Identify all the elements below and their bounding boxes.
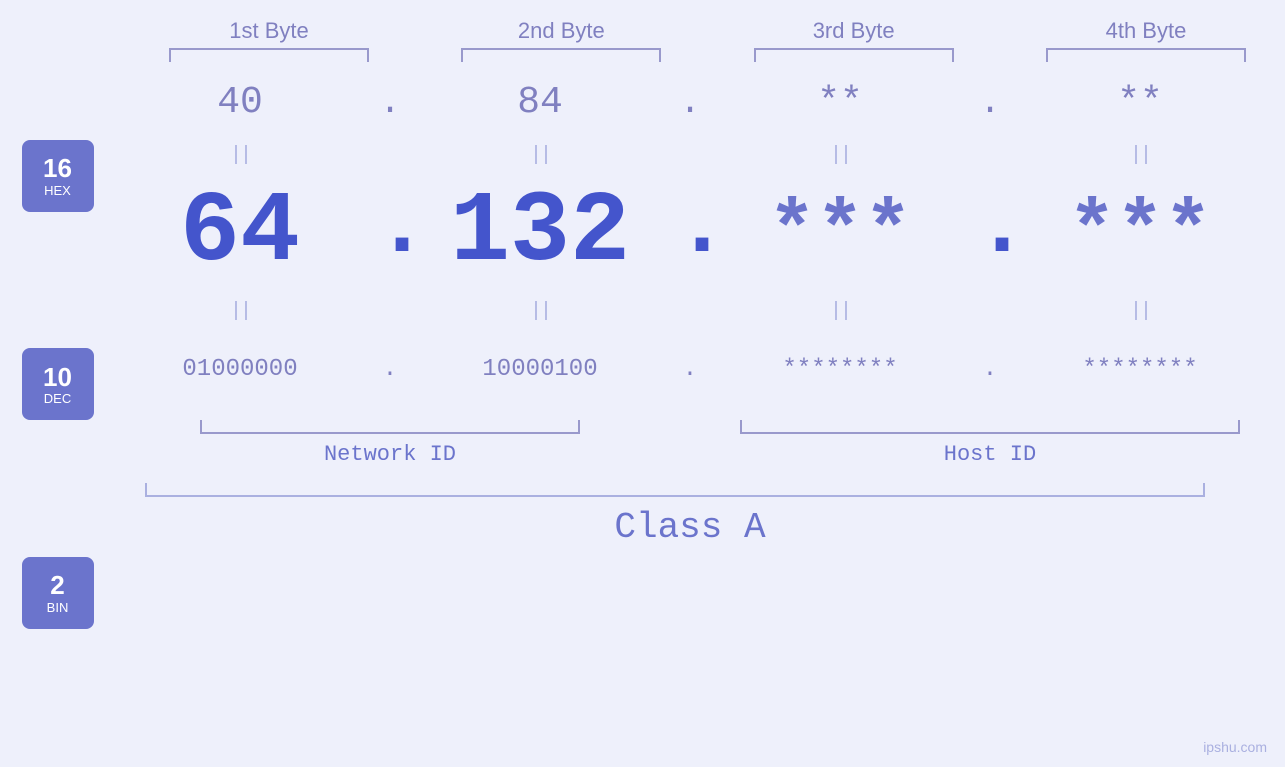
bin-dot2: . [675,356,705,383]
dec-badge: 10 DEC [22,348,94,420]
byte1-header: 1st Byte [138,18,401,44]
bracket4 [1014,48,1277,62]
bracket3 [722,48,985,62]
hex-b2: 84 [405,81,675,124]
byte3-header: 3rd Byte [722,18,985,44]
dec-dot1: . [375,177,405,289]
class-label: Class A [614,507,765,548]
eq1-b3: || [705,144,975,167]
hex-row: 40 . 84 . ** . ** [105,62,1275,142]
host-id-section: Host ID [705,420,1275,467]
eq1-b1: || [105,144,375,167]
bracket2 [430,48,693,62]
bin-b2: 10000100 [405,356,675,383]
hex-dot1: . [375,82,405,123]
watermark: ipshu.com [1203,739,1267,755]
dec-b2: 132 [405,177,675,290]
dec-b4: *** [1005,188,1275,279]
dec-row: 64 . 132 . *** . *** [105,168,1275,298]
host-id-bracket [740,420,1240,434]
hex-badge: 16 HEX [22,140,94,212]
bin-badge: 2 BIN [22,557,94,629]
dec-dot2: . [675,177,705,289]
bracket1 [138,48,401,62]
hex-dot2: . [675,82,705,123]
badges-column: 16 HEX 10 DEC 2 BIN [0,62,105,767]
hex-b1: 40 [105,81,375,124]
equals-row-2: || || || || [105,298,1275,324]
byte2-header: 2nd Byte [430,18,693,44]
bin-b1: 01000000 [105,356,375,383]
eq1-b4: || [1005,144,1275,167]
hex-b3: ** [705,81,975,124]
bin-b3: ******** [705,356,975,383]
id-labels-area: Network ID Host ID [105,420,1275,467]
class-bracket [145,483,1205,497]
main-container: 1st Byte 2nd Byte 3rd Byte 4th Byte 16 [0,0,1285,767]
network-id-section: Network ID [105,420,675,467]
network-id-bracket [200,420,580,434]
byte4-header: 4th Byte [1014,18,1277,44]
bin-row: 01000000 . 10000100 . ******** . *******… [105,324,1275,414]
dec-dot3: . [975,177,1005,289]
bin-dot3: . [975,356,1005,383]
equals-row-1: || || || || [105,142,1275,168]
class-section: Class A [105,483,1275,548]
bin-dot1: . [375,356,405,383]
hex-dot3: . [975,82,1005,123]
dec-b1: 64 [105,177,375,290]
dec-b3: *** [705,188,975,279]
bin-b4: ******** [1005,356,1275,383]
eq1-b2: || [405,144,675,167]
network-id-label: Network ID [324,442,456,467]
hex-b4: ** [1005,81,1275,124]
host-id-label: Host ID [944,442,1036,467]
